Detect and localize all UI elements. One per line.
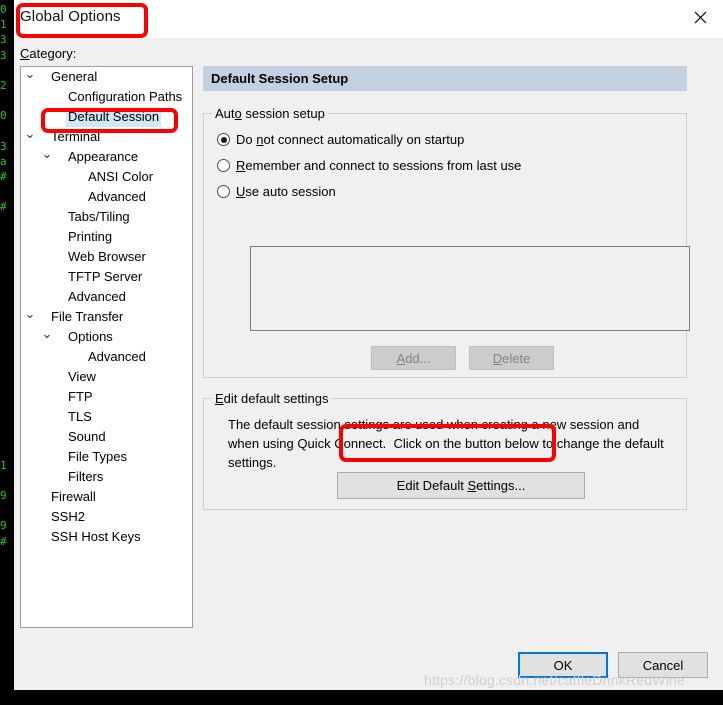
sidebar-item-file-transfer[interactable]: ⌄ File Transfer bbox=[21, 307, 192, 327]
sidebar-item-view[interactable]: View bbox=[21, 367, 192, 387]
window-title: Global Options bbox=[20, 8, 121, 25]
add-button[interactable]: Add... bbox=[371, 346, 456, 370]
auto-session-group-title: Auto session setup bbox=[212, 106, 328, 121]
global-options-dialog: Global Options Category: ⌄ General Configu… bbox=[14, 0, 723, 690]
radio-use-auto-session-label: Use auto session bbox=[236, 184, 336, 199]
radio-use-auto-session-indicator bbox=[217, 185, 230, 198]
cancel-button-label: Cancel bbox=[642, 657, 684, 673]
sidebar-item-terminal[interactable]: ⌄ Terminal bbox=[21, 127, 192, 147]
content-header: Default Session Setup bbox=[203, 66, 687, 91]
sidebar-item-firewall[interactable]: Firewall bbox=[21, 487, 192, 507]
chevron-down-icon[interactable]: ⌄ bbox=[40, 327, 54, 341]
sidebar-item-label: Advanced bbox=[68, 289, 126, 304]
radio-use-auto-session[interactable]: Use auto session bbox=[217, 184, 336, 199]
edit-default-settings-group: Edit default settings The default sessio… bbox=[203, 391, 687, 510]
content-header-label: Default Session Setup bbox=[211, 71, 349, 86]
chevron-down-icon[interactable]: ⌄ bbox=[40, 147, 54, 161]
edit-default-settings-button[interactable]: Edit Default Settings... bbox=[337, 472, 585, 499]
sidebar-item-label: ANSI Color bbox=[88, 169, 154, 184]
sidebar-item-advanced[interactable]: Advanced bbox=[21, 347, 192, 367]
radio-remember-sessions-label: Remember and connect to sessions from la… bbox=[236, 158, 522, 173]
sidebar-item-label: Advanced bbox=[88, 349, 146, 364]
ok-button-label: OK bbox=[553, 657, 573, 673]
sidebar-item-configuration-paths[interactable]: Configuration Paths bbox=[21, 87, 192, 107]
sidebar-item-label: General bbox=[51, 69, 98, 84]
sidebar-item-label: FTP bbox=[68, 389, 93, 404]
sidebar-item-label: SSH2 bbox=[51, 509, 85, 524]
sidebar-item-filters[interactable]: Filters bbox=[21, 467, 192, 487]
radio-do-not-connect-indicator bbox=[217, 133, 230, 146]
sidebar-item-appearance[interactable]: ⌄ Appearance bbox=[21, 147, 192, 167]
watermark: https://blog.csdn.net/cattleDrinkRedWine bbox=[424, 672, 685, 688]
radio-do-not-connect-label: Do not connect automatically on startup bbox=[236, 132, 465, 147]
sidebar-item-label: Printing bbox=[68, 229, 113, 244]
sidebar-item-sound[interactable]: Sound bbox=[21, 427, 192, 447]
sidebar-item-label: Appearance bbox=[68, 149, 139, 164]
auto-session-listbox[interactable] bbox=[250, 246, 690, 331]
category-label: Category: bbox=[20, 46, 77, 61]
radio-do-not-connect[interactable]: Do not connect automatically on startup bbox=[217, 132, 464, 147]
radio-remember-sessions-indicator bbox=[217, 159, 230, 172]
sidebar-item-label: Sound bbox=[68, 429, 106, 444]
edit-defaults-description: The default session settings are used wh… bbox=[228, 417, 668, 470]
sidebar-item-label: Default Session bbox=[66, 107, 162, 127]
chevron-down-icon[interactable]: ⌄ bbox=[23, 127, 37, 141]
sidebar-item-ansi-color[interactable]: ANSI Color bbox=[21, 167, 192, 187]
sidebar-item-default-session[interactable]: Default Session bbox=[21, 107, 192, 127]
delete-button-label: Delete bbox=[492, 350, 531, 366]
sidebar-item-tabs-tiling[interactable]: Tabs/Tiling bbox=[21, 207, 192, 227]
sidebar-item-label: TFTP Server bbox=[68, 269, 143, 284]
edit-default-settings-button-label: Edit Default Settings... bbox=[396, 478, 526, 493]
sidebar-item-label: TLS bbox=[68, 409, 92, 424]
sidebar-item-label: Tabs/Tiling bbox=[68, 209, 130, 224]
auto-session-setup-group: Auto session setup Do not connect automa… bbox=[203, 106, 690, 378]
sidebar-item-file-types[interactable]: File Types bbox=[21, 447, 192, 467]
sidebar-item-label: File Types bbox=[68, 449, 128, 464]
sidebar-item-general[interactable]: ⌄ General bbox=[21, 67, 192, 87]
sidebar-item-ftp[interactable]: FTP bbox=[21, 387, 192, 407]
sidebar-item-printing[interactable]: Printing bbox=[21, 227, 192, 247]
chevron-down-icon[interactable]: ⌄ bbox=[23, 67, 37, 81]
sidebar-item-label: Terminal bbox=[51, 129, 101, 144]
sidebar-item-label: Configuration Paths bbox=[68, 89, 183, 104]
edit-defaults-group-title: Edit default settings bbox=[212, 391, 332, 406]
sidebar-item-advanced[interactable]: Advanced bbox=[21, 287, 192, 307]
sidebar-item-tftp-server[interactable]: TFTP Server bbox=[21, 267, 192, 287]
chevron-down-icon[interactable]: ⌄ bbox=[23, 307, 37, 321]
delete-button[interactable]: Delete bbox=[469, 346, 554, 370]
sidebar-item-label: Web Browser bbox=[68, 249, 146, 264]
sidebar-item-advanced[interactable]: Advanced bbox=[21, 187, 192, 207]
sidebar-item-label: Advanced bbox=[88, 189, 146, 204]
sidebar-item-web-browser[interactable]: Web Browser bbox=[21, 247, 192, 267]
sidebar-item-ssh2[interactable]: SSH2 bbox=[21, 507, 192, 527]
sidebar-item-label: SSH Host Keys bbox=[51, 529, 141, 544]
dialog-body: Category: ⌄ General Configuration Paths Def… bbox=[14, 38, 723, 690]
sidebar-item-label: View bbox=[68, 369, 96, 384]
radio-remember-sessions[interactable]: Remember and connect to sessions from la… bbox=[217, 158, 521, 173]
sidebar-item-tls[interactable]: TLS bbox=[21, 407, 192, 427]
close-icon[interactable] bbox=[677, 0, 723, 34]
sidebar-item-ssh-host-keys[interactable]: SSH Host Keys bbox=[21, 527, 192, 547]
sidebar-item-label: Options bbox=[68, 329, 113, 344]
dialog-titlebar: Global Options bbox=[14, 0, 723, 38]
sidebar-item-label: Filters bbox=[68, 469, 104, 484]
sidebar-item-label: File Transfer bbox=[51, 309, 124, 324]
sidebar-item-label: Firewall bbox=[51, 489, 96, 504]
sidebar-item-options[interactable]: ⌄ Options bbox=[21, 327, 192, 347]
category-tree[interactable]: ⌄ General Configuration Paths Default Sessi… bbox=[20, 66, 193, 628]
add-button-label: Add... bbox=[396, 350, 431, 366]
